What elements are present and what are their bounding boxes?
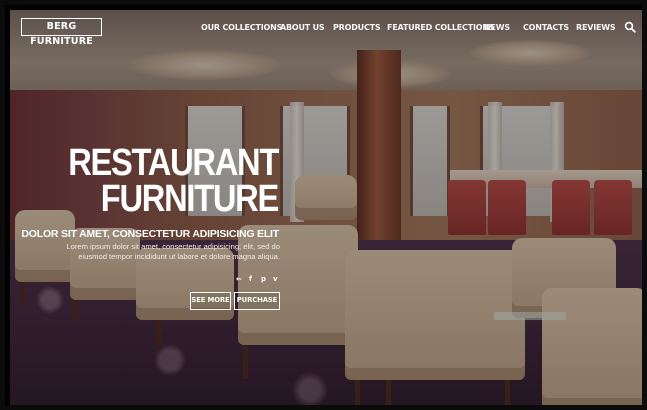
share-icon[interactable]: ⇜: [236, 274, 242, 284]
search-icon[interactable]: [624, 20, 636, 33]
nav-item-news[interactable]: NEWS: [484, 22, 510, 34]
nav-item-reviews[interactable]: REVIEWS: [576, 22, 616, 34]
main-navigation: OUR COLLECTIONS ABOUT US PRODUCTS FEATUR…: [10, 22, 642, 36]
see-more-button[interactable]: SEE MORE: [190, 292, 231, 310]
hero-section: BERG FURNITURE OUR COLLECTIONS ABOUT US …: [10, 10, 642, 405]
nav-item-contacts[interactable]: CONTACTS: [523, 22, 569, 34]
hero-description: Lorem ipsum dolor sit amet, consectetur …: [66, 242, 280, 261]
nav-item-featured-collections[interactable]: FEATURED COLLECTIONS: [387, 22, 495, 34]
purchase-button[interactable]: PURCHASE: [234, 292, 280, 310]
vimeo-icon[interactable]: v: [273, 274, 278, 284]
social-links: ⇜ f p v: [232, 274, 282, 284]
hero-title-line-1: RESTAURANT: [68, 142, 279, 184]
facebook-icon[interactable]: f: [249, 274, 252, 284]
hero-title-line-2: FURNITURE: [100, 178, 279, 220]
pinterest-icon[interactable]: p: [261, 274, 266, 284]
hero-subtitle: DOLOR SIT AMET, CONSECTETUR ADIPISICING …: [21, 228, 279, 240]
screenshot-frame: BERG FURNITURE OUR COLLECTIONS ABOUT US …: [0, 0, 647, 410]
nav-item-products[interactable]: PRODUCTS: [333, 22, 381, 34]
nav-item-about-us[interactable]: ABOUT US: [280, 22, 325, 34]
nav-item-our-collections[interactable]: OUR COLLECTIONS: [201, 22, 282, 34]
hero-title: RESTAURANT FURNITURE: [54, 142, 279, 220]
